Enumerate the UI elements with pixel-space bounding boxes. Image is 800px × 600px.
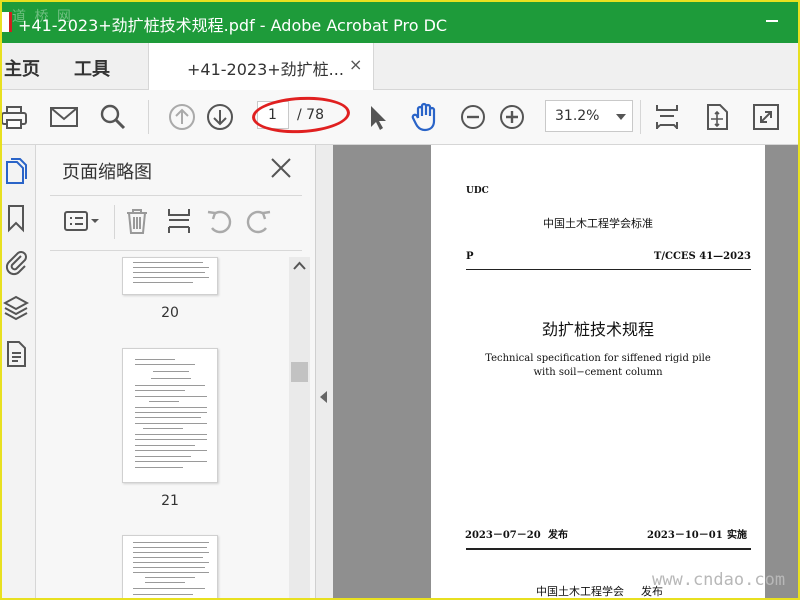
zoom-dropdown[interactable]: 31.2% xyxy=(545,100,633,132)
toolbar-divider xyxy=(640,100,641,134)
bookmarks-icon[interactable] xyxy=(2,203,30,233)
thumbnail-toolbar xyxy=(50,195,302,251)
navigation-rail xyxy=(0,145,36,600)
main-toolbar xyxy=(0,90,800,145)
rotate-scroll-icon[interactable] xyxy=(702,102,732,132)
hand-tool-icon[interactable] xyxy=(410,102,440,132)
p-letter: P xyxy=(466,251,474,262)
standard-number: T/CCES 41—2023 xyxy=(653,251,751,262)
chevron-up-icon[interactable] xyxy=(293,261,306,271)
page-thumbnail-21[interactable] xyxy=(122,348,218,483)
insert-page-icon[interactable] xyxy=(164,206,194,236)
delete-page-icon[interactable] xyxy=(122,206,152,236)
divider xyxy=(466,548,751,550)
title-bar: 道 桥 网 +41-2023+劲扩桩技术规程.pdf - Adobe Acrob… xyxy=(0,0,800,43)
publish-date: 2023－07－20 xyxy=(465,530,541,541)
full-screen-icon[interactable] xyxy=(751,102,781,132)
chevron-down-icon xyxy=(616,114,626,120)
divider xyxy=(466,269,751,270)
fit-page-icon[interactable] xyxy=(652,102,682,132)
panel-collapse-gutter[interactable] xyxy=(316,145,333,600)
association-standard: 中国土木工程学会标准 xyxy=(543,217,653,230)
title-cn: 劲扩桩技术规程 xyxy=(541,320,654,339)
publisher: 中国土木工程学会 xyxy=(536,585,624,598)
pdf-page: UDC 中国土木工程学会标准 P T/CCES 41—2023 劲扩桩技术规程 … xyxy=(431,145,765,600)
rotate-left-icon[interactable] xyxy=(204,206,234,236)
scrollbar-thumb[interactable] xyxy=(291,362,308,382)
implement-label: 实施 xyxy=(727,530,747,541)
thumbnail-label: 20 xyxy=(161,305,179,321)
document-view[interactable]: UDC 中国土木工程学会标准 P T/CCES 41—2023 劲扩桩技术规程 … xyxy=(333,145,800,600)
title-en-line1: Technical specification for siffened rig… xyxy=(485,353,711,364)
thumbnail-scrollbar[interactable] xyxy=(289,257,310,600)
prev-page-icon[interactable] xyxy=(167,102,197,132)
tab-document[interactable]: +41-2023+劲扩桩... × xyxy=(148,43,374,91)
next-page-icon[interactable] xyxy=(205,102,235,132)
thumbnail-label: 21 xyxy=(161,493,179,509)
implement-date: 2023－10－01 xyxy=(647,530,723,541)
page-thumbnail-22[interactable] xyxy=(122,535,218,600)
tab-bar: 主页 工具 +41-2023+劲扩桩... × xyxy=(0,43,800,91)
window-title: +41-2023+劲扩桩技术规程.pdf - Adobe Acrobat Pro… xyxy=(18,16,448,35)
tab-home[interactable]: 主页 xyxy=(4,55,40,81)
toolbar-divider xyxy=(148,100,149,134)
panel-title: 页面缩略图 xyxy=(62,162,152,183)
udc-label: UDC xyxy=(466,186,489,196)
collapse-arrow-icon[interactable] xyxy=(320,391,327,403)
page-thumbnails-icon[interactable] xyxy=(2,157,30,187)
thumbnails-panel: 页面缩略图 20 21 xyxy=(36,145,316,600)
toolbar-divider xyxy=(114,205,115,239)
zoom-value: 31.2% xyxy=(555,108,600,124)
publish-label: 发布 xyxy=(548,530,568,541)
close-panel-icon[interactable] xyxy=(268,155,294,181)
zoom-in-icon[interactable] xyxy=(497,102,527,132)
attachments-icon[interactable] xyxy=(2,247,30,277)
options-menu-icon[interactable] xyxy=(62,206,102,236)
watermark-bottom: www.cndao.com xyxy=(652,570,786,590)
rotate-right-icon[interactable] xyxy=(244,206,274,236)
email-icon[interactable] xyxy=(49,102,79,132)
minimize-button[interactable] xyxy=(766,20,778,22)
select-cursor-icon[interactable] xyxy=(362,102,392,132)
document-tab-label: +41-2023+劲扩桩... xyxy=(187,60,344,79)
acrobat-app-icon xyxy=(0,12,12,32)
close-tab-icon[interactable]: × xyxy=(349,55,362,74)
layers-icon[interactable] xyxy=(2,293,30,323)
tab-tools[interactable]: 工具 xyxy=(74,55,110,81)
page-thumbnail-20[interactable] xyxy=(122,257,218,295)
print-icon[interactable] xyxy=(0,102,30,132)
title-en-line2: with soil−cement column xyxy=(533,367,663,378)
document-properties-icon[interactable] xyxy=(2,339,30,369)
search-icon[interactable] xyxy=(98,102,128,132)
zoom-out-icon[interactable] xyxy=(458,102,488,132)
